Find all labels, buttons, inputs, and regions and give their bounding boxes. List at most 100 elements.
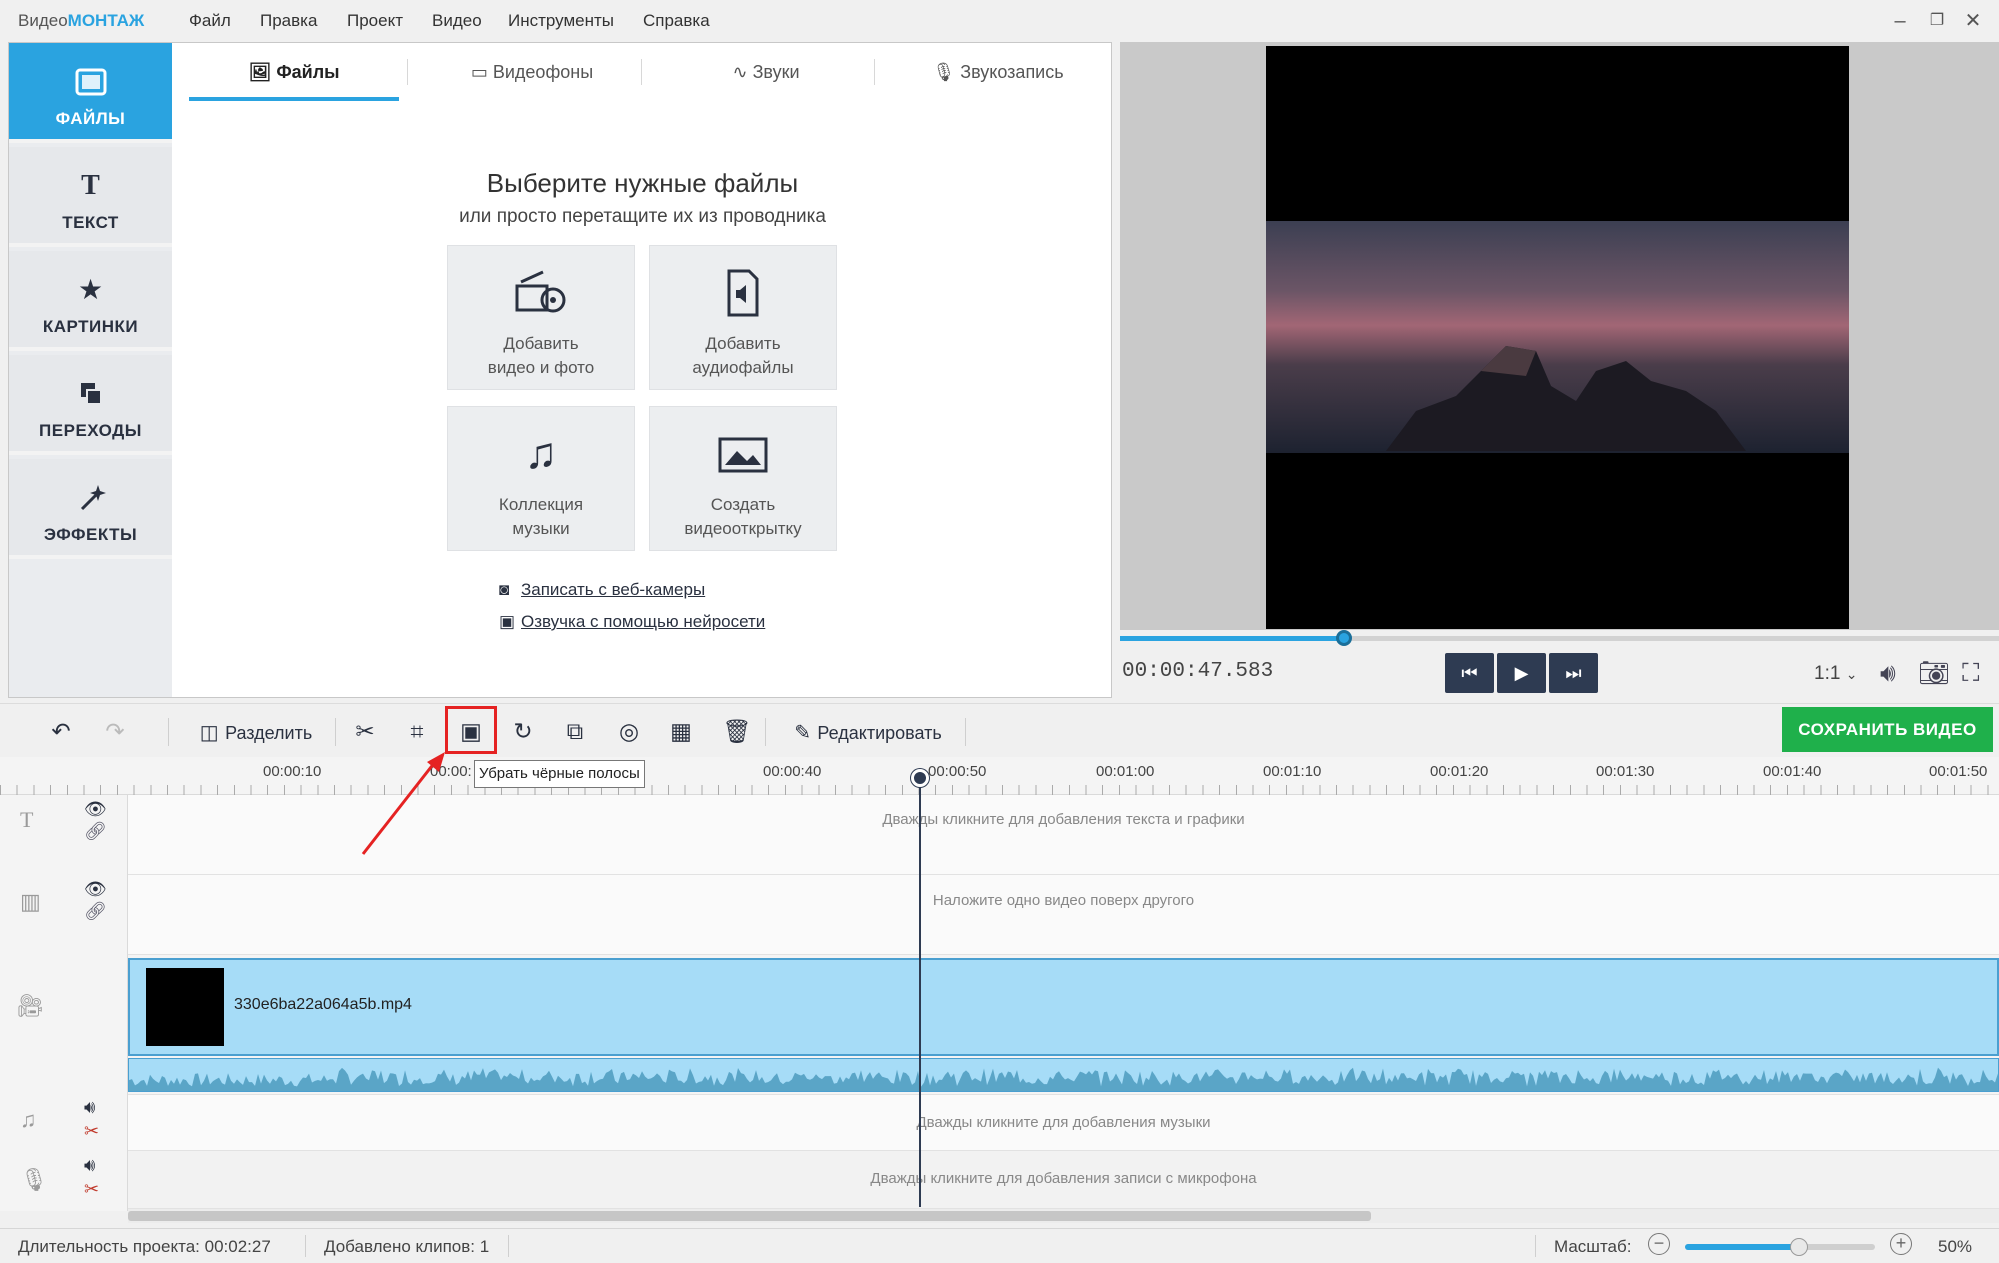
save-video-button[interactable]: СОХРАНИТЬ ВИДЕО xyxy=(1782,707,1993,752)
ruler-label: 00:00:50 xyxy=(928,763,987,780)
image-icon xyxy=(74,65,108,99)
zoom-label: Масштаб: xyxy=(1554,1237,1632,1256)
scissors-icon: ✂ xyxy=(355,718,375,744)
eye-icon[interactable]: 👁︎ xyxy=(84,799,107,820)
title-bar: ВидеоМОНТАЖ Файл Правка Проект Видео Инс… xyxy=(0,0,1999,42)
toolbar-divider xyxy=(335,718,336,746)
split-icon: ◫ xyxy=(199,722,219,744)
video-preview[interactable] xyxy=(1266,46,1849,629)
sidebar-item-transitions[interactable]: ПЕРЕХОДЫ xyxy=(9,355,172,455)
overlay-track[interactable]: Наложите одно видео поверх другого xyxy=(128,875,1999,955)
webcam-icon: ◙ xyxy=(499,580,510,599)
split-button[interactable]: ◫ Разделить xyxy=(190,714,322,748)
playhead-handle[interactable] xyxy=(911,769,929,787)
ai-voiceover-link[interactable]: ▣ Озвучка с помощью нейросети xyxy=(499,612,765,632)
stabilize-icon: ◎ xyxy=(618,718,640,744)
tab-voice-recording[interactable]: 🎙︎ Звукозапись xyxy=(885,43,1111,101)
sidebar-item-files[interactable]: ФАЙЛЫ xyxy=(9,43,172,143)
unlink-icon[interactable]: ✂ xyxy=(84,1121,99,1142)
resize-icon: ⧉ xyxy=(566,718,584,744)
sidebar-item-label: ФАЙЛЫ xyxy=(55,109,126,128)
create-postcard-tile[interactable]: Создать видеооткрытку xyxy=(649,406,837,551)
chevron-down-icon: ⌄ xyxy=(1845,666,1858,682)
project-duration: Длительность проекта: 00:02:27 xyxy=(18,1237,271,1256)
tab-files[interactable]: 🖼︎ Файлы xyxy=(189,43,399,101)
mic-track-hint: Дважды кликните для добавления записи с … xyxy=(870,1170,1257,1187)
skip-forward-button[interactable]: ⏭︎ xyxy=(1549,653,1598,693)
undo-button[interactable]: ↶ xyxy=(44,714,78,748)
undo-icon: ↶ xyxy=(51,718,71,744)
eye-icon[interactable]: 👁︎ xyxy=(84,879,107,900)
play-button[interactable]: ▶︎ xyxy=(1497,653,1546,693)
menu-project[interactable]: Проект xyxy=(347,11,403,31)
rock-silhouette xyxy=(1386,346,1746,451)
link-icon[interactable]: 🔗︎ xyxy=(84,901,107,922)
close-button[interactable]: ✕ xyxy=(1958,6,1988,36)
minimize-button[interactable]: – xyxy=(1885,6,1915,36)
rotate-button[interactable]: ↻ xyxy=(506,714,540,748)
add-frame-button[interactable]: ▦ xyxy=(664,714,698,748)
microphone-track-icon: 🎙︎ xyxy=(20,1167,48,1192)
speaker-icon[interactable]: 🔊︎ xyxy=(84,1155,95,1176)
crop-button[interactable]: ⌗ xyxy=(400,714,434,748)
webcam-link[interactable]: ◙ Записать с веб-камеры xyxy=(499,580,705,600)
tab-divider xyxy=(407,59,408,85)
fullscreen-icon[interactable]: ⛶ xyxy=(1962,659,1980,688)
skip-back-button[interactable]: ⏮︎ xyxy=(1445,653,1494,693)
menu-edit[interactable]: Правка xyxy=(260,11,317,31)
preview-seek-bar[interactable] xyxy=(1120,630,1999,646)
video-camera-icon: 🎥︎ xyxy=(16,993,44,1018)
menu-video[interactable]: Видео xyxy=(432,11,482,31)
skip-forward-icon: ⏭︎ xyxy=(1565,663,1582,683)
speaker-icon[interactable]: 🔊︎ xyxy=(84,1097,95,1118)
media-panel: ФАЙЛЫ T ТЕКСТ ★ КАРТИНКИ ПЕРЕХОДЫ ЭФФЕКТ… xyxy=(8,42,1112,698)
text-track-icon: T xyxy=(20,807,34,832)
playhead-line xyxy=(919,773,921,1207)
microphone-track[interactable]: Дважды кликните для добавления записи с … xyxy=(128,1151,1999,1209)
stabilize-button[interactable]: ◎ xyxy=(612,714,646,748)
clip-audio-waveform[interactable] xyxy=(128,1058,1999,1092)
overlay-track-icon: ▥ xyxy=(20,889,41,914)
menu-help[interactable]: Справка xyxy=(643,11,710,31)
add-audio-tile[interactable]: Добавить аудиофайлы xyxy=(649,245,837,390)
status-divider xyxy=(508,1235,509,1257)
redo-icon: ↷ xyxy=(105,718,125,744)
link-icon[interactable]: 🔗︎ xyxy=(84,821,107,842)
menu-tools[interactable]: Инструменты xyxy=(508,11,614,31)
sidebar-item-images[interactable]: ★ КАРТИНКИ xyxy=(9,251,172,351)
scrollbar-thumb[interactable] xyxy=(128,1211,1371,1221)
sidebar-item-effects[interactable]: ЭФФЕКТЫ xyxy=(9,459,172,559)
video-clip[interactable]: 330e6ba22a064a5b.mp4 xyxy=(128,958,1999,1056)
star-icon: ★ xyxy=(77,274,104,305)
tab-divider xyxy=(641,59,642,85)
sidebar-item-text[interactable]: T ТЕКСТ xyxy=(9,147,172,247)
snapshot-icon[interactable]: 📷︎ xyxy=(1918,659,1950,688)
delete-button[interactable]: 🗑︎ xyxy=(720,714,754,748)
zoom-slider[interactable] xyxy=(1685,1238,1875,1256)
minus-icon: − xyxy=(1653,1233,1665,1253)
aspect-ratio-select[interactable]: 1:1 ⌄ xyxy=(1814,663,1857,685)
music-collection-tile[interactable]: ♫ Коллекция музыки xyxy=(447,406,635,551)
tab-sounds[interactable]: ∿ Звуки xyxy=(651,43,881,101)
highlight-annotation-box xyxy=(445,706,497,754)
timeline-ruler[interactable]: 00:00:10 00:00: 00:00:40 00:00:50 00:01:… xyxy=(0,757,1999,795)
edit-button[interactable]: ✎ Редактировать xyxy=(783,714,953,748)
unlink-icon[interactable]: ✂ xyxy=(84,1179,99,1200)
menu-file[interactable]: Файл xyxy=(189,11,231,31)
resize-button[interactable]: ⧉ xyxy=(558,714,592,748)
music-track[interactable]: Дважды кликните для добавления музыки xyxy=(128,1095,1999,1151)
tab-divider xyxy=(874,59,875,85)
crop-icon: ⌗ xyxy=(410,718,424,744)
redo-button[interactable]: ↷ xyxy=(98,714,132,748)
tab-backgrounds[interactable]: ▭ Видеофоны xyxy=(417,43,647,101)
zoom-slider-handle[interactable] xyxy=(1790,1238,1808,1256)
cut-button[interactable]: ✂ xyxy=(348,714,382,748)
restore-button[interactable]: ❐ xyxy=(1922,6,1952,36)
zoom-out-button[interactable]: − xyxy=(1648,1233,1670,1255)
zoom-in-button[interactable]: + xyxy=(1890,1233,1912,1255)
sidebar-item-label: КАРТИНКИ xyxy=(42,317,139,336)
volume-icon[interactable]: 🔊︎ xyxy=(1880,659,1896,688)
add-video-photo-tile[interactable]: Добавить видео и фото xyxy=(447,245,635,390)
seek-handle[interactable] xyxy=(1336,630,1353,646)
timeline-scrollbar[interactable] xyxy=(128,1209,1999,1223)
